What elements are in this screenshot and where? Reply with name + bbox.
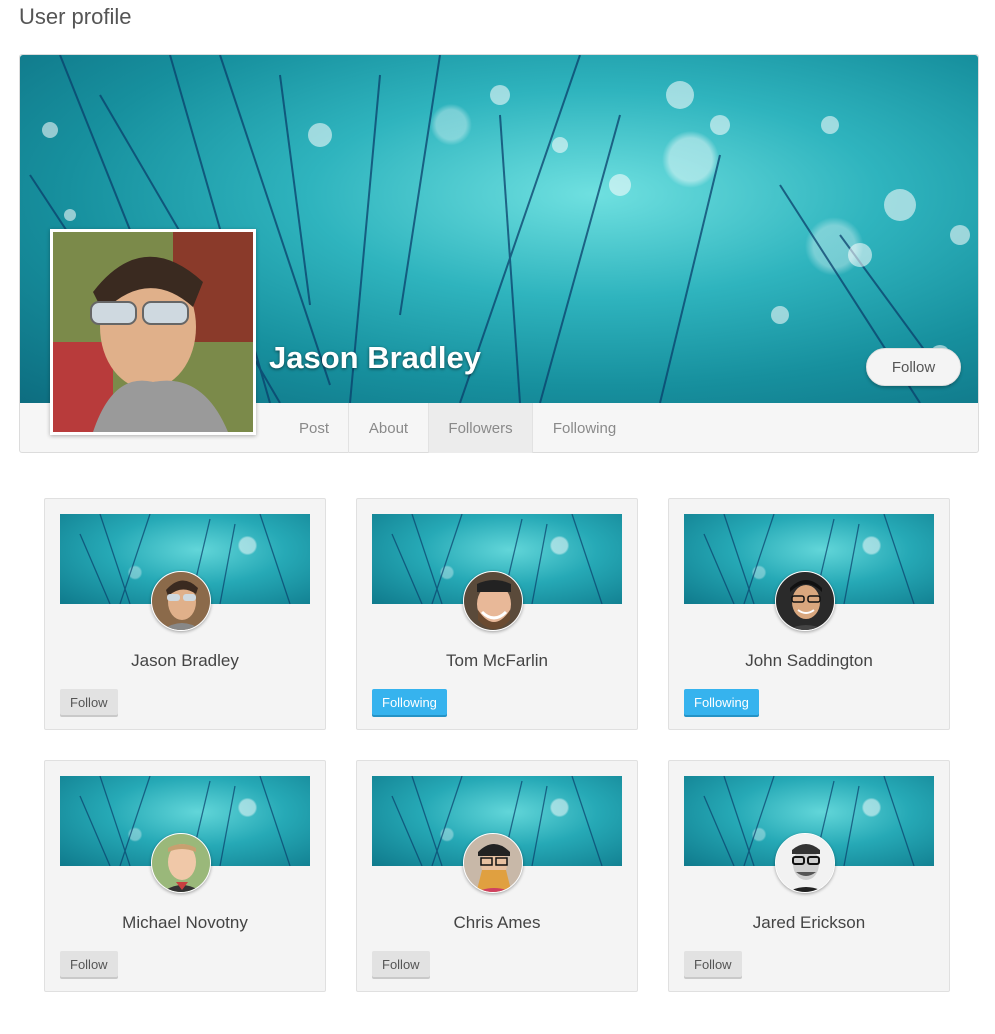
profile-card: Jason Bradley Follow Post About Follower… xyxy=(19,54,979,453)
follower-avatar[interactable] xyxy=(775,571,835,631)
follower-name: Jared Erickson xyxy=(752,913,866,932)
follower-avatar[interactable] xyxy=(463,571,523,631)
follower-name: Michael Novotny xyxy=(122,913,248,932)
follower-name: Tom McFarlin xyxy=(445,651,548,670)
page-title: User profile xyxy=(19,4,132,29)
tab-following[interactable]: Following xyxy=(533,403,636,453)
follower-follow-button[interactable]: Follow xyxy=(372,951,430,977)
follower-follow-button[interactable]: Follow xyxy=(60,689,118,715)
follower-card: Jared Erickson Follow xyxy=(668,760,950,992)
profile-name: Jason Bradley xyxy=(269,340,481,375)
follower-avatar[interactable] xyxy=(775,833,835,893)
follower-card: Jason Bradley Follow xyxy=(44,498,326,730)
follower-avatar[interactable] xyxy=(151,571,211,631)
follower-avatar[interactable] xyxy=(463,833,523,893)
follower-name: Chris Ames xyxy=(453,913,541,932)
tab-about[interactable]: About xyxy=(349,403,429,453)
follower-name: John Saddington xyxy=(745,651,873,670)
follower-follow-button[interactable]: Follow xyxy=(684,951,742,977)
follower-follow-button[interactable]: Follow xyxy=(60,951,118,977)
tab-post[interactable]: Post xyxy=(280,403,349,453)
profile-avatar[interactable] xyxy=(50,229,256,435)
tab-followers[interactable]: Followers xyxy=(429,403,533,453)
follower-card: Chris Ames Follow xyxy=(356,760,638,992)
person-photo-icon xyxy=(53,232,253,432)
follower-card: Tom McFarlin Following xyxy=(356,498,638,730)
follower-card: John Saddington Following xyxy=(668,498,950,730)
follower-following-button[interactable]: Following xyxy=(372,689,447,715)
follower-following-button[interactable]: Following xyxy=(684,689,759,715)
follower-avatar[interactable] xyxy=(151,833,211,893)
profile-tabs: Post About Followers Following xyxy=(280,403,636,453)
follower-name: Jason Bradley xyxy=(131,651,239,670)
follow-button[interactable]: Follow xyxy=(866,348,961,386)
follower-card: Michael Novotny Follow xyxy=(44,760,326,992)
